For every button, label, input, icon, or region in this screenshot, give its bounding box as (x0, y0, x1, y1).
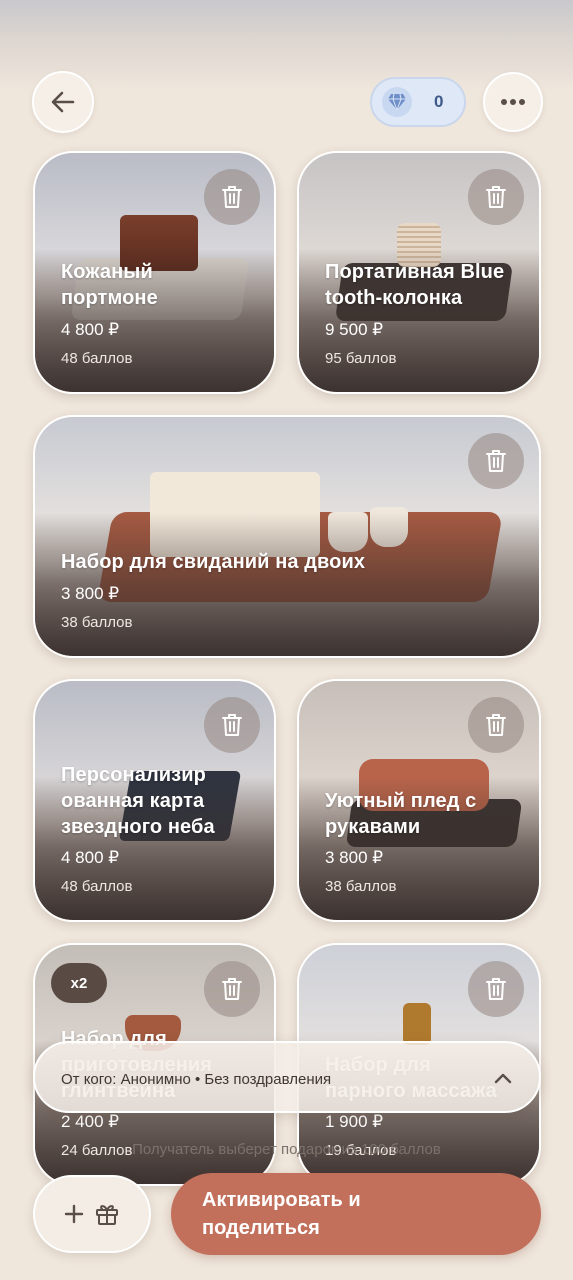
trash-icon (486, 978, 506, 1000)
gift-title: Уютный плед с рукавами (325, 790, 477, 838)
arrow-left-icon (51, 91, 75, 113)
points-balance[interactable]: 0 (370, 77, 466, 127)
gift-title: Кожаный портмоне (61, 261, 158, 309)
gift-points: 48 баллов (61, 350, 133, 367)
gift-card[interactable]: Кожаный портмоне 4 800 ₽ 48 баллов (33, 151, 276, 394)
trash-icon (486, 450, 506, 472)
diamond-icon (382, 87, 412, 117)
trash-icon (486, 714, 506, 736)
trash-icon (222, 978, 242, 1000)
trash-icon (222, 186, 242, 208)
hint-text: Получатель выберет подарок из 100 баллов (132, 1141, 441, 1158)
activate-label-line1: Активировать и (202, 1189, 361, 1211)
gift-title: Портативная Blue tooth-колонка (325, 261, 505, 309)
activate-and-share-button[interactable]: Активировать и поделиться (171, 1173, 541, 1255)
trash-icon (486, 186, 506, 208)
gift-price: 1 900 ₽ (325, 1112, 384, 1131)
back-button[interactable] (32, 71, 94, 133)
gift-price: 4 800 ₽ (61, 848, 120, 867)
gift-title: Персонализир ованная карта звездного неба (61, 764, 215, 838)
gift-price: 2 400 ₽ (61, 1112, 120, 1131)
sender-options-bar[interactable]: От кого: Анонимно • Без поздравления (33, 1041, 541, 1113)
gift-card[interactable]: Уютный плед с рукавами 3 800 ₽ 38 баллов (297, 679, 541, 922)
add-gift-button[interactable] (33, 1175, 151, 1253)
delete-button[interactable] (468, 697, 524, 753)
more-button[interactable] (483, 72, 543, 132)
delete-button[interactable] (204, 697, 260, 753)
delete-button[interactable] (468, 961, 524, 1017)
plus-icon (64, 1204, 84, 1224)
activate-label-line2: поделиться (202, 1217, 320, 1239)
gift-card[interactable]: Персонализир ованная карта звездного неба … (33, 679, 276, 922)
delete-button[interactable] (204, 169, 260, 225)
gift-price: 3 800 ₽ (61, 584, 120, 603)
gift-points: 38 баллов (61, 614, 133, 631)
gift-price: 3 800 ₽ (325, 848, 384, 867)
header: 0 (0, 0, 573, 150)
quantity-badge: x2 (51, 963, 107, 1003)
delete-button[interactable] (468, 433, 524, 489)
gift-price: 4 800 ₽ (61, 320, 120, 339)
gift-title: Набор для свиданий на двоих (61, 551, 366, 573)
more-horizontal-icon (501, 99, 525, 105)
sender-text: От кого: Анонимно • Без поздравления (61, 1071, 332, 1088)
gift-icon (96, 1205, 118, 1225)
gift-points: 48 баллов (61, 878, 133, 895)
points-value: 0 (434, 92, 444, 111)
delete-button[interactable] (204, 961, 260, 1017)
gift-card[interactable]: Набор для свиданий на двоих 3 800 ₽ 38 б… (33, 415, 541, 658)
gift-points: 95 баллов (325, 350, 397, 367)
gift-card[interactable]: Портативная Blue tooth-колонка 9 500 ₽ 95… (297, 151, 541, 394)
gift-price: 9 500 ₽ (325, 320, 384, 339)
gift-points: 38 баллов (325, 878, 397, 895)
delete-button[interactable] (468, 169, 524, 225)
chevron-up-icon (494, 1073, 512, 1084)
trash-icon (222, 714, 242, 736)
